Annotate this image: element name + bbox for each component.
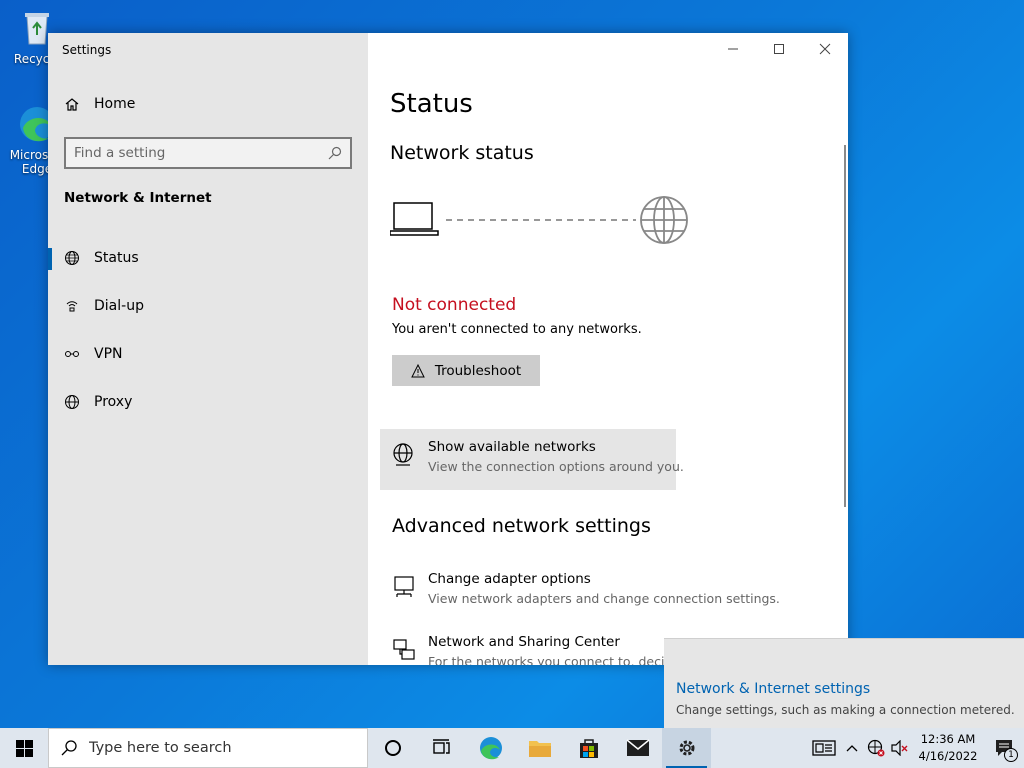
show-networks-desc: View the connection options around you. xyxy=(428,459,684,474)
show-available-networks-link[interactable]: Show available networks View the connect… xyxy=(380,429,684,490)
taskbar-search-box[interactable] xyxy=(48,728,368,768)
windows-logo-icon xyxy=(15,739,33,757)
settings-taskbar-button[interactable] xyxy=(662,728,711,768)
toast-title[interactable]: Network & Internet settings xyxy=(676,681,870,697)
globe-icon xyxy=(65,395,79,409)
settings-search-box[interactable] xyxy=(64,137,352,169)
system-tray: 12:36 AM 4/16/2022 1 xyxy=(808,728,1024,768)
mail-icon xyxy=(626,739,649,756)
clock[interactable]: 12:36 AM 4/16/2022 xyxy=(912,731,984,765)
show-hidden-icons-button[interactable] xyxy=(840,728,864,768)
store-icon xyxy=(579,739,598,758)
sidebar: Settings Home Network & Internet Status … xyxy=(48,33,368,665)
clock-date: 4/16/2022 xyxy=(918,749,978,763)
start-button[interactable] xyxy=(0,728,48,768)
advanced-settings-heading: Advanced network settings xyxy=(392,515,651,537)
action-center-button[interactable]: 1 xyxy=(984,728,1024,768)
settings-window: Settings Home Network & Internet Status … xyxy=(48,33,848,665)
file-explorer-button[interactable] xyxy=(515,728,564,768)
toast-description: Change settings, such as making a connec… xyxy=(676,703,1015,717)
sidebar-item-status[interactable]: Status xyxy=(48,238,368,278)
adapter-icon xyxy=(394,576,414,597)
sidebar-item-label: VPN xyxy=(94,346,123,362)
main-content: Status Network status Not connected You … xyxy=(368,33,848,665)
network-disconnected-icon xyxy=(867,739,885,757)
taskbar-search-input[interactable] xyxy=(89,740,367,756)
sidebar-item-vpn[interactable]: VPN xyxy=(48,334,368,374)
search-icon xyxy=(328,146,342,160)
search-icon xyxy=(61,740,77,756)
volume-button[interactable] xyxy=(888,728,912,768)
vpn-icon xyxy=(65,351,79,357)
news-icon xyxy=(812,740,836,756)
taskbar: 12:36 AM 4/16/2022 1 xyxy=(0,728,1024,768)
laptop-icon xyxy=(390,202,439,236)
notification-toast[interactable]: Network & Internet settings Change setti… xyxy=(664,638,1024,728)
chevron-up-icon xyxy=(846,745,858,752)
store-button[interactable] xyxy=(564,728,613,768)
sidebar-section-title: Network & Internet xyxy=(64,190,212,206)
taskbar-edge-button[interactable] xyxy=(466,728,515,768)
window-title: Settings xyxy=(62,43,112,57)
warning-icon xyxy=(411,363,425,377)
page-title: Status xyxy=(390,89,473,119)
task-view-icon xyxy=(432,739,450,754)
content-scrollbar[interactable] xyxy=(844,145,846,507)
mail-button[interactable] xyxy=(613,728,662,768)
change-adapter-options-link[interactable]: Change adapter options View network adap… xyxy=(392,571,832,611)
connection-description: You aren't connected to any networks. xyxy=(392,322,642,337)
internet-globe-icon xyxy=(640,196,688,244)
troubleshoot-button[interactable]: Troubleshoot xyxy=(392,355,540,386)
news-button[interactable] xyxy=(808,728,840,768)
sidebar-item-proxy[interactable]: Proxy xyxy=(48,382,368,422)
troubleshoot-label: Troubleshoot xyxy=(434,362,522,379)
sharing-center-icon xyxy=(393,639,415,660)
network-status-heading: Network status xyxy=(390,142,534,164)
sidebar-item-label: Proxy xyxy=(94,394,133,410)
home-icon xyxy=(65,98,79,111)
notification-count-badge: 1 xyxy=(1004,748,1018,762)
show-networks-title: Show available networks xyxy=(428,439,596,455)
network-tray-button[interactable] xyxy=(864,728,888,768)
volume-muted-icon xyxy=(891,740,908,756)
network-diagram xyxy=(390,196,688,244)
sidebar-item-label: Status xyxy=(94,250,139,266)
settings-search-input[interactable] xyxy=(74,145,328,161)
home-nav-item[interactable]: Home xyxy=(64,96,135,112)
gear-icon xyxy=(679,740,694,756)
clock-time: 12:36 AM xyxy=(920,732,976,746)
cortana-circle-icon xyxy=(384,740,401,756)
change-adapter-desc: View network adapters and change connect… xyxy=(428,591,780,606)
dialup-icon xyxy=(66,301,78,312)
cortana-button[interactable] xyxy=(368,728,417,768)
sidebar-item-label: Dial-up xyxy=(94,298,144,314)
network-globe-icon xyxy=(393,443,413,466)
connection-state: Not connected xyxy=(392,295,517,315)
folder-icon xyxy=(528,741,551,757)
task-view-button[interactable] xyxy=(417,728,466,768)
sidebar-item-dialup[interactable]: Dial-up xyxy=(48,286,368,326)
change-adapter-title: Change adapter options xyxy=(428,571,591,587)
edge-icon xyxy=(479,737,502,760)
status-globe-icon xyxy=(65,251,79,265)
home-label: Home xyxy=(94,96,136,112)
